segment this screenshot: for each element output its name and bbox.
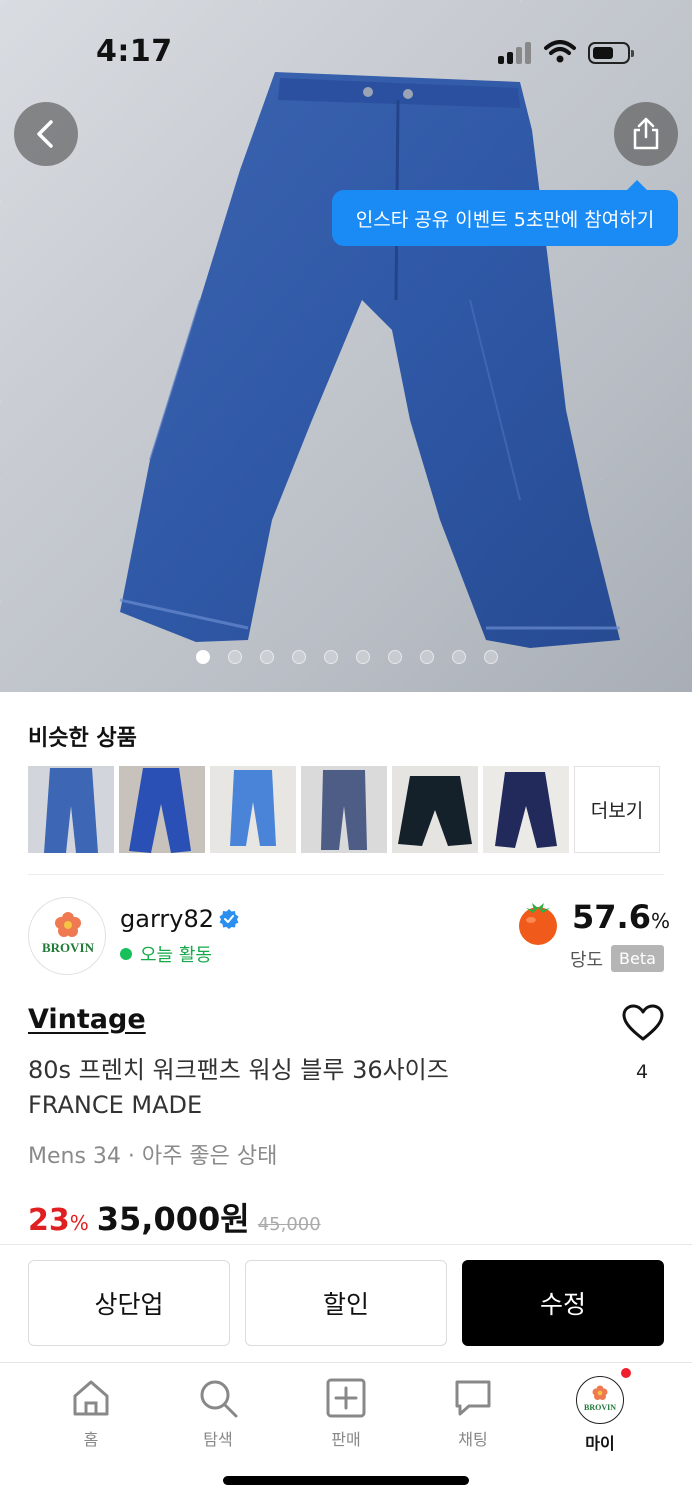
similar-product-thumbnail[interactable] <box>28 766 114 853</box>
seller-name[interactable]: garry82 <box>120 905 214 933</box>
page-dot[interactable] <box>260 650 274 664</box>
tab-label: 탐색 <box>203 1430 233 1449</box>
tab-label: 홈 <box>83 1430 99 1449</box>
product-brand[interactable]: Vintage <box>28 1004 146 1035</box>
tab-chat[interactable]: 채팅 <box>428 1376 518 1450</box>
chevron-left-icon <box>37 120 53 148</box>
cellular-signal-icon <box>498 42 532 64</box>
image-pagination <box>196 650 498 664</box>
similar-product-thumbnail[interactable] <box>210 766 296 853</box>
seller-avatar[interactable]: BROVIN <box>28 897 106 975</box>
similar-products-row: 더보기 <box>28 766 660 853</box>
edit-button[interactable]: 수정 <box>462 1260 664 1346</box>
plus-square-icon <box>326 1378 366 1418</box>
tooltip-text: 인스타 공유 이벤트 5초만에 참여하기 <box>355 208 655 231</box>
bump-label: 상단업 <box>94 1290 164 1319</box>
share-icon <box>633 117 659 150</box>
discount-label: 할인 <box>322 1290 369 1319</box>
tab-my[interactable]: BROVIN 마이 <box>555 1376 645 1454</box>
price-row: 23% 35,000원 45,000 <box>28 1194 321 1240</box>
beta-badge: Beta <box>611 945 664 972</box>
brovin-logo: BROVIN <box>42 912 95 955</box>
page-dot[interactable] <box>388 650 402 664</box>
page-dot[interactable] <box>292 650 306 664</box>
seller-activity: 오늘 활동 <box>120 941 212 967</box>
product-title-line: 80s 프렌치 워크팬츠 워싱 블루 36사이즈 <box>28 1056 449 1084</box>
page-dot[interactable] <box>228 650 242 664</box>
page-dot[interactable] <box>324 650 338 664</box>
pants-photo <box>119 72 620 648</box>
product-image[interactable] <box>0 0 692 692</box>
svg-text:BROVIN: BROVIN <box>584 1403 616 1412</box>
wifi-icon <box>544 40 576 63</box>
tab-sell[interactable]: 판매 <box>301 1376 391 1450</box>
sweetness-label: 당도 <box>570 950 604 971</box>
product-title-line: FRANCE MADE <box>28 1091 203 1119</box>
tab-search[interactable]: 탐색 <box>173 1376 263 1450</box>
tab-home[interactable]: 홈 <box>46 1376 136 1450</box>
similar-product-thumbnail[interactable] <box>301 766 387 853</box>
original-price: 45,000 <box>257 1214 321 1235</box>
similar-product-thumbnail[interactable] <box>392 766 478 853</box>
discount-button[interactable]: 할인 <box>245 1260 447 1346</box>
similar-product-thumbnail[interactable] <box>483 766 569 853</box>
notification-dot <box>621 1368 631 1378</box>
search-icon <box>200 1380 238 1418</box>
status-bar: 4:17 <box>0 0 692 100</box>
like-count: 4 <box>636 1061 649 1083</box>
brovin-logo: BROVIN <box>584 1385 616 1412</box>
discount-rate: 23% <box>28 1203 89 1238</box>
similar-products-title: 비슷한 상품 <box>28 726 137 751</box>
my-avatar: BROVIN <box>576 1376 624 1424</box>
page-dot[interactable] <box>356 650 370 664</box>
tab-label: 채팅 <box>458 1430 488 1449</box>
heart-icon[interactable] <box>622 1004 664 1042</box>
share-event-tooltip[interactable]: 인스타 공유 이벤트 5초만에 참여하기 <box>332 180 678 246</box>
product-title: 80s 프렌치 워크팬츠 워싱 블루 36사이즈 FRANCE MADE <box>28 1053 449 1123</box>
sweetness-score: 57.6% <box>572 898 670 936</box>
home-indicator[interactable] <box>223 1476 469 1485</box>
chat-bubble-icon <box>455 1380 491 1416</box>
edit-label: 수정 <box>539 1290 586 1319</box>
product-size-condition: Mens 34 · 아주 좋은 상태 <box>28 1144 278 1169</box>
back-button[interactable] <box>14 102 78 166</box>
more-similar-button[interactable]: 더보기 <box>574 766 660 853</box>
sale-price: 35,000원 <box>96 1200 250 1238</box>
similar-product-thumbnail[interactable] <box>119 766 205 853</box>
online-dot-icon <box>120 948 132 960</box>
activity-label: 오늘 활동 <box>140 945 212 966</box>
persimmon-icon <box>519 903 557 945</box>
tab-label: 마이 <box>585 1434 615 1453</box>
bump-button[interactable]: 상단업 <box>28 1260 230 1346</box>
page-dot[interactable] <box>452 650 466 664</box>
share-button[interactable] <box>614 102 678 166</box>
svg-text:BROVIN: BROVIN <box>42 940 95 955</box>
page-dot[interactable] <box>196 650 210 664</box>
battery-icon <box>588 42 634 64</box>
verified-badge-icon <box>219 909 239 929</box>
page-dot[interactable] <box>420 650 434 664</box>
status-time: 4:17 <box>96 34 173 69</box>
page-dot[interactable] <box>484 650 498 664</box>
home-icon <box>73 1380 109 1416</box>
more-label: 더보기 <box>590 800 644 822</box>
tab-label: 판매 <box>331 1430 361 1449</box>
divider <box>28 874 664 875</box>
